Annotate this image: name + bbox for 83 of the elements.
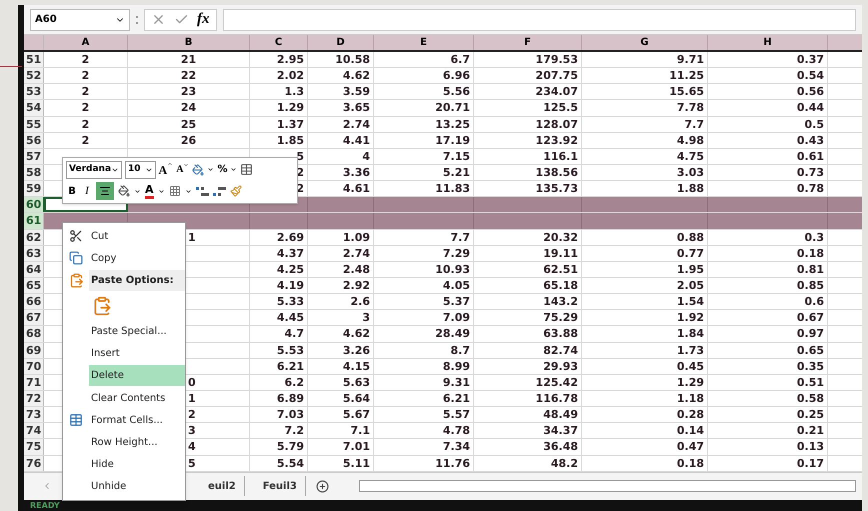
caret-icon [167,160,174,167]
column-header[interactable]: D [308,35,374,50]
decimal-icon[interactable] [196,186,209,197]
caret-icon [158,188,165,195]
table-icon[interactable] [240,163,254,176]
table-cell [828,213,862,229]
table-icon [69,413,83,428]
row-header[interactable]: 59 [24,181,44,196]
sheet-tab[interactable]: Feuil3 [254,476,306,496]
row-header[interactable]: 70 [24,358,44,374]
row-header[interactable]: 64 [24,262,44,277]
horizontal-scrollbar[interactable] [358,480,856,492]
row-header[interactable]: 55 [24,116,44,132]
style-icon[interactable] [192,164,204,176]
menu-heading: Paste Options: [89,270,185,291]
percent-button[interactable]: % [217,162,228,178]
menu-item[interactable]: Paste Special... [89,321,185,342]
row-header[interactable]: 60 [24,197,44,212]
fill-color-icon[interactable] [118,185,130,198]
row-header[interactable]: 76 [24,456,44,471]
row-header[interactable]: 75 [24,439,44,455]
row-header[interactable]: 51 [24,52,44,68]
row-header[interactable]: 57 [24,148,44,164]
caret-icon [183,162,190,168]
column-header[interactable]: H [708,35,828,50]
menu-item[interactable]: Delete [89,365,185,386]
menu-item[interactable]: Insert [89,343,185,364]
name-box[interactable]: A60 [30,8,130,30]
font-dropdown[interactable]: Verdana [66,160,122,179]
column-header[interactable]: E [374,35,474,50]
borders-icon[interactable] [168,185,181,198]
grow-font-button[interactable]: A [158,160,174,179]
table-cell [308,213,374,229]
decimal-icon[interactable] [212,186,226,197]
size-dropdown[interactable]: 10 [125,160,156,179]
caret-icon [230,166,238,174]
align-center-icon [99,185,111,198]
column-header[interactable]: A [44,35,128,50]
row-header[interactable]: 52 [24,68,44,84]
row-header[interactable]: 74 [24,423,44,438]
row-header[interactable]: 65 [24,278,44,294]
caret-icon [184,188,192,195]
paste-icon [68,272,84,288]
function-button[interactable]: fx [197,8,210,31]
close-icon[interactable] [151,12,166,27]
row-header[interactable]: 66 [24,294,44,310]
paste-icon [92,296,112,316]
row-header[interactable]: 67 [24,310,44,326]
formula-field[interactable] [222,8,856,30]
row-header[interactable]: 72 [24,390,44,406]
column-header[interactable]: F [474,35,582,50]
menu-item[interactable]: Copy [89,248,185,269]
sheet-tab[interactable]: euil2 [200,476,245,496]
table-cell [828,197,862,212]
row-header[interactable]: 71 [24,374,44,390]
caret-icon [134,188,141,195]
column-header[interactable]: G [582,35,708,50]
row-header[interactable]: 54 [24,100,44,116]
row-header[interactable]: 61 [24,213,44,229]
copy-icon [69,251,83,266]
italic-button[interactable]: I [82,183,92,200]
add-sheet-icon[interactable] [316,480,329,493]
paintbrush-icon[interactable] [230,185,242,198]
scissors-icon [69,229,83,244]
table-cell [308,197,374,212]
row-header[interactable]: 63 [24,246,44,261]
bold-button[interactable]: B [66,184,78,199]
row-header[interactable]: 69 [24,342,44,358]
row-header[interactable]: 58 [24,164,44,180]
row-header[interactable]: 73 [24,407,44,422]
caret-icon [207,166,214,174]
column-header[interactable]: B [128,35,250,50]
row-header[interactable]: 56 [24,132,44,148]
column-header[interactable]: C [250,35,308,50]
shrink-font-button[interactable]: A [176,162,190,178]
row-header[interactable]: 68 [24,326,44,342]
status-text: READY [30,500,60,510]
menu-item[interactable]: Unhide [89,476,185,498]
row-header[interactable]: 53 [24,84,44,100]
table-cell [250,213,308,229]
row-header[interactable]: 62 [24,230,44,245]
font-color-button[interactable]: A [145,184,154,199]
center-button[interactable] [96,182,114,200]
